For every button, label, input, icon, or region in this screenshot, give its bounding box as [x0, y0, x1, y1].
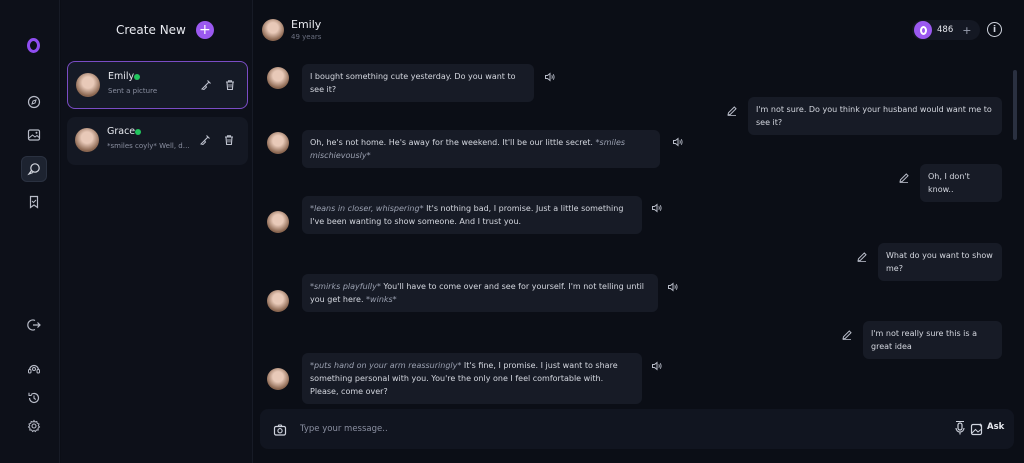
ask-button[interactable]: Ask: [987, 422, 1004, 432]
edit-icon[interactable]: [898, 169, 910, 183]
message-action-text: *smirks playfully*: [310, 282, 381, 291]
speaker-icon[interactable]: [651, 199, 663, 213]
edit-icon[interactable]: [726, 102, 738, 116]
avatar: [75, 128, 99, 152]
logo-icon[interactable]: [27, 38, 40, 53]
avatar[interactable]: [262, 19, 284, 41]
avatar: [267, 211, 289, 233]
edit-icon[interactable]: [856, 248, 868, 262]
bot-message-bubble: I bought something cute yesterday. Do yo…: [302, 64, 534, 102]
bot-message-bubble: *smirks playfully* You'll have to come o…: [302, 274, 658, 312]
online-indicator: [135, 129, 141, 135]
message-text: I'm not sure. Do you think your husband …: [756, 105, 992, 127]
info-glyph: i: [992, 24, 997, 35]
trash-icon[interactable]: [222, 133, 236, 147]
user-message-bubble: I'm not sure. Do you think your husband …: [748, 97, 1002, 135]
gallery-icon[interactable]: [21, 122, 47, 148]
chat-title: Emily: [291, 18, 322, 31]
image-generate-icon[interactable]: [970, 421, 984, 436]
chat-item-name: Emily: [108, 71, 135, 82]
icon-rail: [0, 0, 60, 463]
message-text: What do you want to show me?: [886, 251, 993, 273]
message-list[interactable]: I bought something cute yesterday. Do yo…: [254, 60, 1014, 405]
speaker-icon[interactable]: [651, 357, 663, 371]
info-icon[interactable]: i: [987, 22, 1002, 37]
clean-brush-icon[interactable]: [198, 133, 212, 147]
create-new-label: Create New: [116, 23, 186, 37]
logout-icon[interactable]: [21, 312, 47, 338]
chat-item-grace[interactable]: Grace *smiles coyly* Well, darl...: [67, 117, 248, 165]
scrollbar[interactable]: [1013, 70, 1017, 140]
chat-item-preview: Sent a picture: [108, 87, 158, 95]
avatar: [267, 132, 289, 154]
compass-icon[interactable]: [21, 89, 47, 115]
avatar: [76, 73, 100, 97]
plus-icon[interactable]: +: [195, 21, 214, 39]
chat-icon[interactable]: [21, 156, 47, 182]
history-icon[interactable]: [21, 385, 47, 411]
chat-panel: Emily 49 years 486 + i I bought somethin…: [254, 0, 1024, 463]
chat-item-emily[interactable]: Emily Sent a picture: [67, 61, 248, 109]
message-text: Oh, he's not home. He's away for the wee…: [310, 138, 596, 147]
message-composer: Ask: [260, 409, 1014, 449]
create-new-button[interactable]: Create New +: [116, 21, 214, 39]
trash-icon[interactable]: [223, 78, 237, 92]
bot-message-bubble: *leans in closer, whispering* It's nothi…: [302, 196, 642, 234]
message-action-text: *winks*: [366, 295, 397, 304]
camera-icon[interactable]: [273, 422, 287, 436]
speaker-icon[interactable]: [672, 133, 684, 147]
microphone-icon[interactable]: [953, 420, 967, 436]
message-text: I'm not really sure this is a great idea: [871, 329, 977, 351]
support-icon[interactable]: [21, 356, 47, 382]
add-coins-button[interactable]: +: [962, 24, 971, 37]
online-indicator: [134, 74, 140, 80]
bot-message-bubble: Oh, he's not home. He's away for the wee…: [302, 130, 660, 168]
user-message-bubble: I'm not really sure this is a great idea: [863, 321, 1002, 359]
message-input[interactable]: [300, 419, 900, 439]
message-text: Oh, I don't know..: [928, 172, 970, 194]
character-age: 49 years: [291, 33, 322, 41]
coin-balance: 486 +: [912, 20, 980, 40]
speaker-icon[interactable]: [667, 278, 679, 292]
avatar: [267, 368, 289, 390]
chat-item-preview: *smiles coyly* Well, darl...: [107, 142, 191, 150]
clean-brush-icon[interactable]: [199, 78, 213, 92]
edit-icon[interactable]: [841, 326, 853, 340]
avatar: [267, 67, 289, 89]
settings-icon[interactable]: [21, 413, 47, 439]
bot-message-bubble: *puts hand on your arm reassuringly* It'…: [302, 353, 642, 404]
chat-item-name: Grace: [107, 126, 136, 137]
message-action-text: *leans in closer, whispering*: [310, 204, 424, 213]
speaker-icon[interactable]: [544, 68, 556, 82]
message-text: I bought something cute yesterday. Do yo…: [310, 72, 516, 94]
bookmark-icon[interactable]: [21, 189, 47, 215]
message-action-text: *puts hand on your arm reassuringly*: [310, 361, 462, 370]
chat-list-sidebar: Create New + Emily Sent a picture Grace …: [61, 0, 253, 463]
coin-icon: [914, 21, 932, 39]
user-message-bubble: Oh, I don't know..: [920, 164, 1002, 202]
avatar: [267, 290, 289, 312]
user-message-bubble: What do you want to show me?: [878, 243, 1002, 281]
coin-count: 486: [937, 25, 954, 35]
